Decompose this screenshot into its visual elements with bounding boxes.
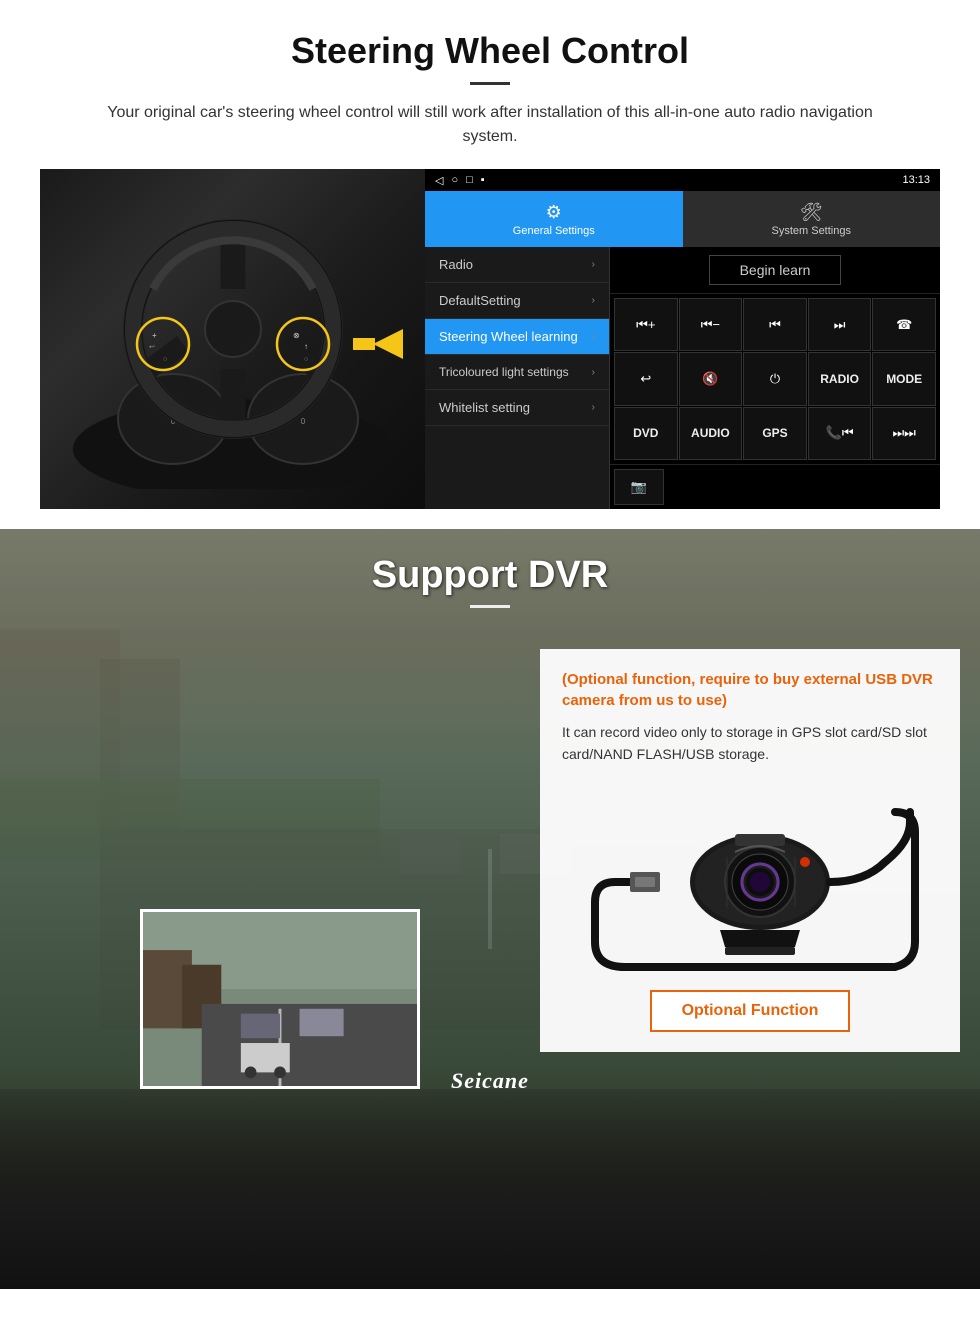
dvr-section: Support DVR [0, 529, 980, 1289]
menu-item-radio[interactable]: Radio › [425, 247, 609, 283]
btn-camera[interactable]: 📷 [614, 469, 664, 505]
steering-content-area: 0 0 + ↩ ○ [40, 169, 940, 509]
btn-dvd[interactable]: DVD [614, 407, 678, 460]
settings-gear-icon: ⚙ [546, 202, 562, 223]
system-icon: 🛠 [800, 202, 823, 223]
steering-wheel-image: 0 0 + ↩ ○ [40, 169, 425, 509]
dvr-thumbnail-svg [143, 909, 417, 1089]
svg-text:○: ○ [163, 356, 167, 363]
dvr-title-divider [470, 605, 510, 608]
status-time: 13:13 [902, 174, 930, 186]
statusbar-nav-icons: ◁ ○ □ ▪ [435, 174, 485, 187]
seicane-brand: Seicane [451, 1068, 529, 1094]
dvr-camera-svg [575, 782, 925, 977]
android-menu-area: Radio › DefaultSetting › Steering Wheel … [425, 247, 940, 509]
dvr-title-area: Support DVR [0, 529, 980, 623]
btn-phone[interactable]: ☎ [872, 298, 936, 351]
chevron-icon: › [592, 259, 595, 270]
control-buttons-grid: ⏮+ ⏮− ⏮ ⏭ ☎ ↩ 🔇 ⏻ RADIO MODE DVD AUDIO [610, 294, 940, 464]
svg-text:0: 0 [300, 417, 305, 426]
dashboard-bottom [0, 1089, 980, 1289]
btn-hang-up[interactable]: ↩ [614, 352, 678, 405]
recents-icon: □ [466, 174, 473, 186]
menu-item-tricoloured[interactable]: Tricoloured light settings › [425, 355, 609, 390]
dvr-thumbnail-inner [143, 912, 417, 1086]
btn-mode[interactable]: MODE [872, 352, 936, 405]
optional-function-button[interactable]: Optional Function [650, 990, 851, 1032]
btn-vol-plus[interactable]: ⏮+ [614, 298, 678, 351]
btn-mute[interactable]: 🔇 [679, 352, 743, 405]
dvr-description: It can record video only to storage in G… [562, 721, 938, 766]
svg-text:↑: ↑ [304, 342, 308, 351]
chevron-icon: › [592, 367, 595, 378]
btn-power[interactable]: ⏻ [743, 352, 807, 405]
title-divider [470, 82, 510, 85]
status-bar: ◁ ○ □ ▪ 13:13 [425, 169, 940, 191]
steering-wheel-svg: 0 0 + ↩ ○ [63, 189, 403, 489]
general-settings-tab[interactable]: ⚙ General Settings [425, 191, 683, 247]
btn-next-track[interactable]: ⏭ [808, 298, 872, 351]
system-tab-label: System Settings [772, 225, 851, 237]
chevron-icon: › [592, 331, 595, 342]
btn-vol-minus[interactable]: ⏮− [679, 298, 743, 351]
left-menu: Radio › DefaultSetting › Steering Wheel … [425, 247, 610, 509]
dvr-optional-text: (Optional function, require to buy exter… [562, 669, 938, 711]
btn-gps[interactable]: GPS [743, 407, 807, 460]
menu-item-steering[interactable]: Steering Wheel learning › [425, 319, 609, 355]
chevron-icon: › [592, 402, 595, 413]
section-subtitle: Your original car's steering wheel contr… [80, 101, 900, 149]
svg-text:+: + [152, 331, 157, 340]
android-ui-panel: ◁ ○ □ ▪ 13:13 ⚙ General Settings 🛠 Syste… [425, 169, 940, 509]
system-settings-tab[interactable]: 🛠 System Settings [683, 191, 941, 247]
menu-icon: ▪ [481, 174, 485, 186]
right-control-area: Begin learn ⏮+ ⏮− ⏮ ⏭ ☎ ↩ 🔇 ⏻ RADIO [610, 247, 940, 509]
general-tab-label: General Settings [513, 225, 595, 237]
btn-radio[interactable]: RADIO [808, 352, 872, 405]
dvr-camera-image [562, 780, 938, 980]
dvr-thumbnail [140, 909, 420, 1089]
menu-item-default[interactable]: DefaultSetting › [425, 283, 609, 319]
page-title: Steering Wheel Control [40, 30, 940, 72]
svg-text:⊗: ⊗ [293, 331, 300, 340]
begin-learn-button[interactable]: Begin learn [709, 255, 842, 285]
dvr-info-card: (Optional function, require to buy exter… [540, 649, 960, 1052]
chevron-icon: › [592, 295, 595, 306]
btn-audio[interactable]: AUDIO [679, 407, 743, 460]
btn-phone-prev[interactable]: 📞⏮ [808, 407, 872, 460]
settings-tabs: ⚙ General Settings 🛠 System Settings [425, 191, 940, 247]
btn-prev-track[interactable]: ⏮ [743, 298, 807, 351]
btn-next-next[interactable]: ⏭⏭ [872, 407, 936, 460]
menu-item-whitelist[interactable]: Whitelist setting › [425, 390, 609, 426]
home-icon: ○ [451, 174, 458, 186]
begin-learn-area: Begin learn [610, 247, 940, 294]
svg-text:○: ○ [304, 356, 308, 363]
back-icon: ◁ [435, 174, 443, 187]
svg-text:↩: ↩ [149, 344, 155, 351]
dvr-title: Support DVR [0, 554, 980, 597]
steering-section: Steering Wheel Control Your original car… [0, 0, 980, 529]
